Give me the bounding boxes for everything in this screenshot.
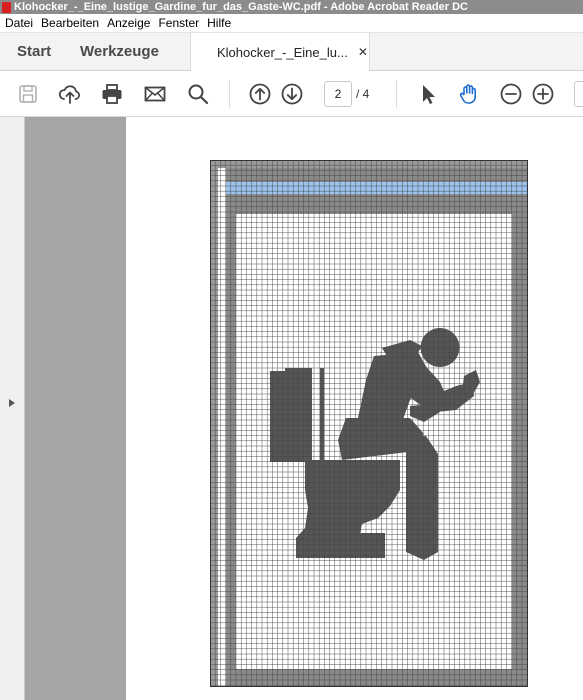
search-icon[interactable] — [185, 81, 211, 107]
tab-start[interactable]: Start — [17, 33, 51, 70]
zoom-level-input[interactable] — [574, 81, 583, 107]
page-number-input[interactable]: 2 — [324, 81, 352, 107]
toolbar-divider — [396, 80, 397, 108]
window-titlebar: Klohocker_-_Eine_lustige_Gardine_fur_das… — [0, 0, 583, 14]
menu-hilfe[interactable]: Hilfe — [202, 16, 234, 30]
zoom-in-icon[interactable] — [530, 81, 556, 107]
close-tab-icon[interactable]: ✕ — [358, 45, 368, 59]
page-up-icon[interactable] — [247, 81, 273, 107]
tab-bar: Start Werkzeuge Klohocker_-_Eine_lu... ✕ — [0, 33, 583, 71]
menu-anzeige[interactable]: Anzeige — [102, 16, 153, 30]
menu-bearbeiten[interactable]: Bearbeiten — [36, 16, 102, 30]
hand-tool-icon[interactable] — [456, 81, 482, 107]
select-cursor-icon[interactable] — [415, 81, 441, 107]
expand-arrow-icon[interactable] — [9, 399, 15, 407]
save-icon[interactable] — [15, 81, 41, 107]
toolbar-divider — [229, 80, 230, 108]
page-total-label: / 4 — [356, 87, 370, 101]
toolbar: 2 / 4 — [0, 71, 583, 117]
tab-document[interactable]: Klohocker_-_Eine_lu... ✕ — [190, 33, 370, 71]
navigation-pane-toggle[interactable] — [0, 117, 25, 700]
menu-datei[interactable]: Datei — [0, 16, 36, 30]
mail-icon[interactable] — [142, 81, 168, 107]
zoom-out-icon[interactable] — [498, 81, 524, 107]
window-title: Klohocker_-_Eine_lustige_Gardine_fur_das… — [14, 1, 468, 13]
menu-fenster[interactable]: Fenster — [153, 16, 202, 30]
page-down-icon[interactable] — [279, 81, 305, 107]
acrobat-pdf-icon — [2, 1, 11, 13]
page-margin-gray — [25, 117, 126, 700]
crochet-chart — [210, 160, 528, 687]
print-icon[interactable] — [99, 81, 125, 107]
blue-band — [226, 182, 528, 194]
document-tab-label: Klohocker_-_Eine_lu... — [217, 44, 348, 60]
upload-icon[interactable] — [57, 81, 83, 107]
menu-bar: Datei Bearbeiten Anzeige Fenster Hilfe — [0, 14, 583, 33]
tab-tools[interactable]: Werkzeuge — [80, 33, 159, 70]
